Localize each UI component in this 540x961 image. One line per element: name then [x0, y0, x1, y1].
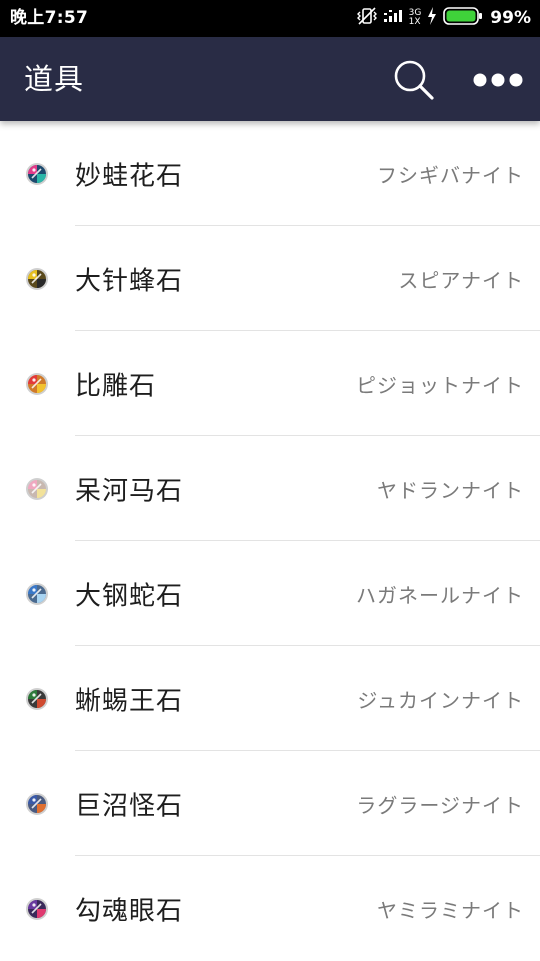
item-japanese-name: ハガネールナイト — [356, 583, 524, 607]
item-japanese-name: ヤミラミナイト — [377, 898, 524, 922]
mega-stone-icon — [26, 687, 48, 710]
item-name: 比雕石 — [75, 371, 157, 401]
status-time: 晚上7:57 — [10, 8, 89, 28]
battery-percent: 99% — [490, 8, 531, 28]
item-name: 勾魂眼石 — [75, 896, 184, 926]
item-name: 蜥蜴王石 — [75, 686, 184, 716]
item-name: 妙蛙花石 — [75, 161, 184, 191]
item-name: 大针蜂石 — [75, 266, 184, 296]
item-japanese-name: ラグラージナイト — [356, 793, 524, 817]
mega-stone-icon — [26, 477, 48, 500]
item-list: 妙蛙花石 フシギバナイト 大针蜂石 スピアナイト 比雕石 ピジョットナイト 呆河… — [0, 121, 540, 961]
mega-stone-icon — [26, 267, 48, 290]
status-bar: 晚上7:57 3G 1X 99% — [0, 0, 540, 37]
search-button[interactable] — [392, 58, 436, 102]
list-item[interactable]: 蜥蜴王石 ジュカインナイト — [0, 646, 540, 751]
item-name: 呆河马石 — [75, 476, 184, 506]
page-title: 道具 — [24, 62, 85, 96]
more-options-icon — [473, 73, 523, 87]
item-japanese-name: ジュカインナイト — [357, 688, 524, 712]
mega-stone-icon — [26, 582, 48, 605]
vibrate-mute-icon — [356, 6, 378, 30]
signal-icon — [383, 8, 406, 28]
charging-icon — [427, 7, 437, 29]
list-item[interactable]: 比雕石 ピジョットナイト — [0, 331, 540, 436]
status-icons: 3G 1X 99% — [350, 6, 531, 30]
list-item[interactable]: 妙蛙花石 フシギバナイト — [0, 121, 540, 226]
item-japanese-name: ヤドランナイト — [377, 478, 524, 502]
more-options-button[interactable] — [470, 63, 526, 97]
mega-stone-icon — [26, 897, 48, 920]
list-item[interactable]: 呆河马石 ヤドランナイト — [0, 436, 540, 541]
item-name: 大钢蛇石 — [75, 581, 184, 611]
app-bar: 道具 — [0, 37, 540, 121]
network-type-bottom: 1X — [408, 17, 421, 27]
list-item[interactable]: 大钢蛇石 ハガネールナイト — [0, 541, 540, 646]
mega-stone-icon — [26, 372, 48, 395]
list-item[interactable]: 巨沼怪石 ラグラージナイト — [0, 751, 540, 856]
list-item[interactable]: 勾魂眼石 ヤミラミナイト — [0, 856, 540, 961]
search-icon — [394, 60, 434, 100]
network-type: 3G 1X — [409, 9, 422, 27]
mega-stone-icon — [26, 792, 48, 815]
item-japanese-name: フシギバナイト — [377, 163, 524, 187]
item-japanese-name: ピジョットナイト — [356, 373, 524, 397]
mega-stone-icon — [26, 162, 48, 185]
item-name: 巨沼怪石 — [75, 791, 184, 821]
list-item[interactable]: 大针蜂石 スピアナイト — [0, 226, 540, 331]
item-japanese-name: スピアナイト — [398, 268, 524, 292]
battery-icon — [443, 7, 483, 29]
